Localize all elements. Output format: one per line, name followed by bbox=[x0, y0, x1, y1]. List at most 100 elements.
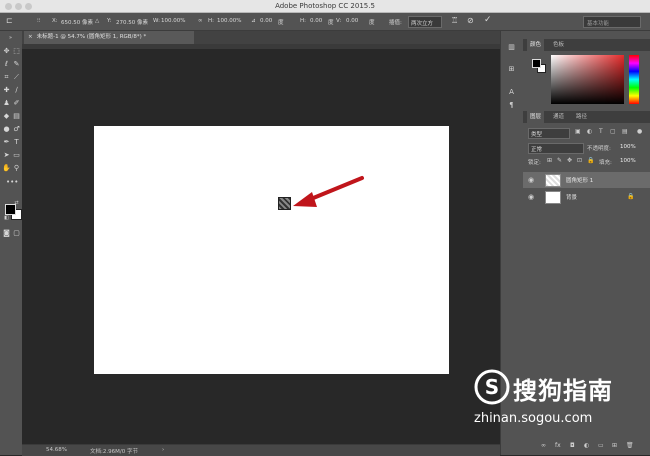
tab-paths[interactable]: 路径 bbox=[573, 111, 590, 123]
swap-colors-icon[interactable]: ⇄ bbox=[12, 199, 21, 208]
new-layer-icon[interactable]: ⊞ bbox=[612, 442, 617, 449]
history-brush-tool-icon[interactable]: ✐ bbox=[12, 99, 21, 108]
watermark-url: zhinan.sogou.com bbox=[474, 411, 593, 426]
x-label: X: bbox=[52, 18, 58, 24]
document-tab[interactable]: × 未标题-1 @ 54.7% (圆角矩形 1, RGB/8*) * bbox=[24, 31, 194, 44]
canvas[interactable] bbox=[94, 126, 449, 374]
rectangle-tool-icon[interactable]: ▭ bbox=[12, 151, 21, 160]
hue-slider[interactable] bbox=[629, 55, 639, 104]
w-field[interactable]: 100.00% bbox=[161, 18, 185, 24]
x-field[interactable]: 650.50 像素 bbox=[61, 18, 93, 26]
collapse-toolbar-icon[interactable]: » bbox=[6, 34, 15, 43]
warp-icon[interactable]: ♖ bbox=[451, 16, 458, 25]
minimize-window-button[interactable] bbox=[15, 3, 22, 10]
color-panel-fg-swatch[interactable] bbox=[532, 59, 541, 68]
tab-layers[interactable]: 图层 bbox=[527, 111, 545, 123]
zoom-level[interactable]: 54.68% bbox=[46, 447, 67, 453]
reference-point-icon[interactable]: ⁝⁝ bbox=[37, 18, 41, 24]
fill-field[interactable]: 100% bbox=[620, 158, 636, 164]
default-colors-icon[interactable]: ◧ bbox=[2, 214, 11, 223]
character-panel-icon[interactable]: A bbox=[507, 88, 516, 97]
gradient-tool-icon[interactable]: ▤ bbox=[12, 112, 21, 121]
color-field[interactable] bbox=[551, 55, 624, 104]
layer-row[interactable]: ◉ 圆角矩形 1 bbox=[523, 172, 650, 188]
filter-type-icon[interactable]: T bbox=[599, 128, 603, 135]
fx-icon[interactable]: fx bbox=[555, 442, 561, 449]
screen-mode-icon[interactable]: ▢ bbox=[12, 229, 21, 238]
dodge-tool-icon[interactable]: ♂ bbox=[12, 125, 21, 134]
layer-filter-kind: 类型 bbox=[531, 132, 543, 138]
hskew-field[interactable]: 0.00 bbox=[310, 18, 322, 24]
layer-name[interactable]: 背景 bbox=[566, 193, 577, 201]
filter-toggle-icon[interactable]: ● bbox=[637, 128, 642, 135]
annotation-arrow-icon bbox=[293, 176, 364, 207]
interpolation-select[interactable]: 两次立方 bbox=[408, 16, 442, 28]
zoom-tool-icon[interactable]: ⚲ bbox=[12, 164, 21, 173]
tab-channels[interactable]: 通道 bbox=[550, 111, 567, 123]
workspace-value: 基本功能 bbox=[587, 21, 610, 27]
vskew-field[interactable]: 0.00 bbox=[346, 18, 358, 24]
paragraph-panel-icon[interactable]: ¶ bbox=[507, 101, 516, 110]
close-tab-icon[interactable]: × bbox=[28, 34, 33, 40]
lasso-tool-icon[interactable]: ℓ bbox=[2, 60, 11, 69]
lock-fill-row: 锁定: ⊞ ✎ ✥ ⊡ 🔒 填充: 100% bbox=[523, 156, 650, 168]
quick-mask-icon[interactable]: ◙ bbox=[2, 229, 11, 238]
hand-tool-icon[interactable]: ✋ bbox=[2, 164, 11, 173]
properties-panel-icon[interactable]: ⊞ bbox=[507, 65, 516, 74]
edit-toolbar-icon[interactable]: ••• bbox=[6, 178, 18, 187]
move-tool-icon[interactable]: ✥ bbox=[2, 47, 11, 56]
filter-adjustment-icon[interactable]: ◐ bbox=[587, 128, 592, 135]
document-tab-title: 未标题-1 @ 54.7% (圆角矩形 1, RGB/8*) * bbox=[36, 34, 147, 40]
new-group-icon[interactable]: ▭ bbox=[598, 442, 604, 449]
move-tool-preset-icon[interactable]: ⊏ bbox=[6, 16, 13, 25]
blur-tool-icon[interactable]: ● bbox=[2, 125, 11, 134]
zoom-window-button[interactable] bbox=[25, 3, 32, 10]
document-tab-bar: × 未标题-1 @ 54.7% (圆角矩形 1, RGB/8*) * bbox=[22, 31, 500, 44]
link-proportions-icon[interactable]: ∞ bbox=[198, 18, 203, 24]
layer-row[interactable]: ◉ 背景 🔒 bbox=[523, 189, 650, 205]
type-tool-icon[interactable]: T bbox=[12, 138, 21, 147]
layer-filter-select[interactable]: 类型 bbox=[528, 128, 570, 139]
lock-transparent-icon[interactable]: ⊞ bbox=[547, 157, 552, 164]
visibility-eye-icon[interactable]: ◉ bbox=[528, 193, 534, 201]
adjustment-layer-icon[interactable]: ◐ bbox=[584, 442, 589, 449]
relative-position-icon[interactable]: △ bbox=[95, 18, 99, 24]
filter-shape-icon[interactable]: ▢ bbox=[610, 128, 616, 135]
eraser-tool-icon[interactable]: ◆ bbox=[2, 112, 11, 121]
link-layers-icon[interactable]: ∞ bbox=[541, 442, 546, 449]
brush-tool-icon[interactable]: ∕ bbox=[12, 86, 21, 95]
angle-field[interactable]: 0.00 bbox=[260, 18, 272, 24]
lock-position-icon[interactable]: ✥ bbox=[567, 157, 572, 164]
opacity-field[interactable]: 100% bbox=[620, 144, 636, 150]
filter-pixel-icon[interactable]: ▣ bbox=[575, 128, 581, 135]
healing-brush-tool-icon[interactable]: ✚ bbox=[2, 86, 11, 95]
tab-color[interactable]: 颜色 bbox=[527, 39, 545, 51]
eyedropper-tool-icon[interactable]: ⟋ bbox=[12, 73, 21, 82]
watermark: S 搜狗指南 zhinan.sogou.com bbox=[474, 369, 634, 429]
window-title: Adobe Photoshop CC 2015.5 bbox=[275, 2, 375, 10]
h-field[interactable]: 100.00% bbox=[217, 18, 241, 24]
tab-swatches[interactable]: 色板 bbox=[550, 39, 567, 51]
clone-stamp-tool-icon[interactable]: ♟ bbox=[2, 99, 11, 108]
filter-smart-object-icon[interactable]: ▤ bbox=[622, 128, 628, 135]
crop-tool-icon[interactable]: ⌗ bbox=[2, 73, 11, 82]
workspace-select[interactable]: 基本功能 bbox=[583, 16, 641, 28]
add-mask-icon[interactable]: ◘ bbox=[570, 442, 575, 449]
marquee-tool-icon[interactable]: ⬚ bbox=[12, 47, 21, 56]
lock-pixels-icon[interactable]: ✎ bbox=[557, 157, 562, 164]
pen-tool-icon[interactable]: ✒ bbox=[2, 138, 11, 147]
path-selection-tool-icon[interactable]: ➤ bbox=[2, 151, 11, 160]
y-field[interactable]: 270.50 像素 bbox=[116, 18, 148, 26]
status-menu-icon[interactable]: › bbox=[162, 447, 164, 453]
history-panel-icon[interactable]: ▥ bbox=[507, 43, 516, 52]
lock-all-icon[interactable]: 🔒 bbox=[587, 157, 594, 164]
commit-transform-icon[interactable]: ✓ bbox=[484, 15, 492, 25]
cancel-transform-icon[interactable]: ⊘ bbox=[467, 16, 474, 25]
quick-selection-tool-icon[interactable]: ✎ bbox=[12, 60, 21, 69]
lock-artboard-icon[interactable]: ⊡ bbox=[577, 157, 582, 164]
close-window-button[interactable] bbox=[5, 3, 12, 10]
blend-mode-select[interactable]: 正常 bbox=[528, 143, 584, 154]
delete-layer-icon[interactable]: 🗑 bbox=[626, 442, 634, 449]
visibility-eye-icon[interactable]: ◉ bbox=[528, 176, 534, 184]
layer-name[interactable]: 圆角矩形 1 bbox=[566, 176, 593, 184]
